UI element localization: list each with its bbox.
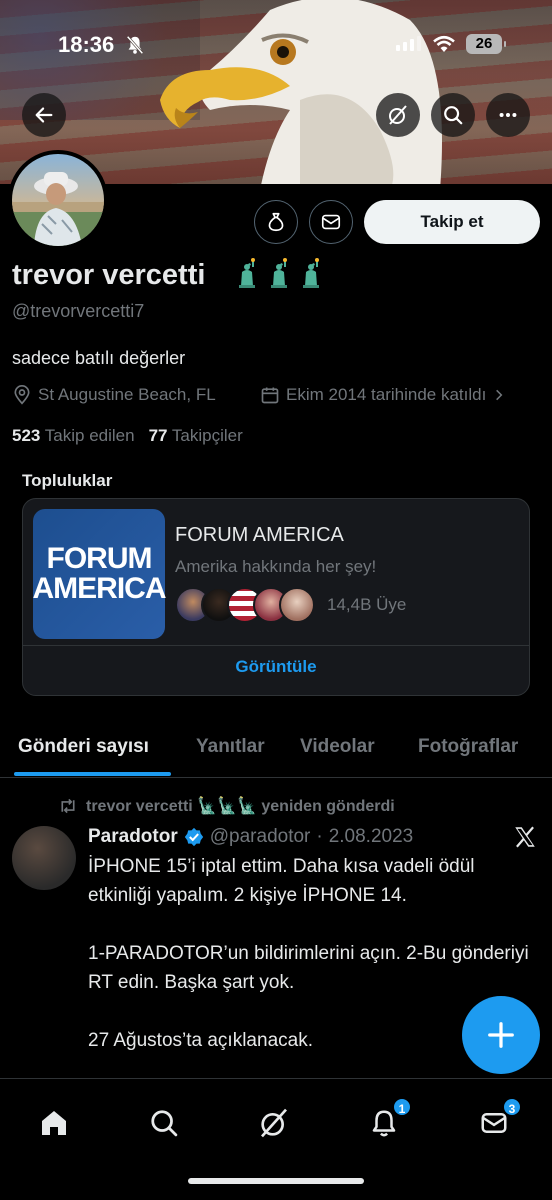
back-button[interactable] (22, 93, 66, 137)
location-text: St Augustine Beach, FL (38, 385, 216, 404)
tweet-author-handle: @paradotor (209, 826, 311, 847)
joined-text: Ekim 2014 tarihinde katıldı (286, 385, 487, 404)
cellular-signal-icon (396, 36, 421, 51)
follow-counts: 523 Takip edilen 77 Takipçiler (12, 426, 243, 446)
nav-home[interactable] (34, 1103, 74, 1143)
nav-search[interactable] (144, 1103, 184, 1143)
tab-photos[interactable]: Fotoğraflar (418, 736, 518, 758)
status-time: 18:36 (58, 32, 115, 57)
x-logo-icon (515, 826, 535, 848)
tweet-separator: · (316, 826, 323, 847)
profile-handle: @trevorvercetti7 (12, 301, 145, 321)
verified-badge-icon (184, 827, 203, 847)
home-indicator (188, 1178, 364, 1184)
money-bag-icon (268, 212, 284, 232)
avatar-photo (12, 172, 104, 246)
chevron-right-icon[interactable] (492, 388, 506, 402)
view-community-button[interactable]: Görüntüle (23, 657, 529, 677)
search-icon (151, 1110, 178, 1137)
wifi-icon (433, 35, 455, 52)
nav-messages[interactable]: 3 (474, 1097, 522, 1143)
profile-tabs: Gönderi sayısı Yanıtlar Videolar Fotoğra… (0, 720, 552, 778)
more-horizontal-icon (499, 112, 517, 118)
bell-off-icon (126, 35, 144, 55)
profile-bio: sadece batılı değerler (12, 348, 186, 368)
statue-of-liberty-icon (271, 258, 287, 288)
tab-posts[interactable]: Gönderi sayısı (18, 736, 149, 758)
status-bar: 18:36 26 (0, 30, 552, 60)
community-card[interactable]: FORUM AMERICA FORUM AMERICA Amerika hakk… (22, 498, 530, 696)
search-button[interactable] (431, 93, 475, 137)
grok-icon (389, 105, 407, 125)
statue-of-liberty-icon (239, 258, 255, 288)
battery-indicator: 26 (466, 34, 506, 54)
divider (23, 645, 529, 646)
nav-grok[interactable] (254, 1103, 294, 1143)
community-member-count: 14,4B Üye (327, 595, 407, 614)
home-icon (42, 1111, 66, 1135)
active-tab-indicator (14, 772, 171, 776)
community-logo: FORUM AMERICA (33, 509, 167, 639)
calendar-icon (261, 387, 279, 404)
eagle-image (160, 0, 442, 184)
repost-icon (61, 798, 75, 814)
community-member-avatars (175, 587, 315, 623)
messages-badge: 3 (502, 1097, 522, 1117)
tweet-author-name[interactable]: Paradotor (88, 826, 178, 848)
tab-replies[interactable]: Yanıtlar (196, 736, 265, 758)
profile-location: St Augustine Beach, FL (12, 385, 216, 405)
profile-avatar[interactable] (8, 150, 108, 250)
followers-link[interactable]: 77 Takipçiler (149, 426, 243, 446)
location-pin-icon (14, 385, 30, 405)
notifications-badge: 1 (392, 1097, 412, 1117)
tweet-author-avatar[interactable] (12, 826, 76, 890)
communities-heading: Topluluklar (22, 471, 113, 490)
envelope-icon (321, 214, 341, 230)
member-avatar (279, 587, 315, 623)
plus-icon (488, 1022, 514, 1048)
repost-text: trevor vercetti 🗽🗽🗽 yeniden gönderdi (86, 798, 395, 815)
tip-button[interactable] (254, 200, 298, 244)
community-name: FORUM AMERICA (175, 524, 344, 546)
profile-joined-date: Ekim 2014 tarihinde katıldı (260, 385, 506, 405)
following-link[interactable]: 523 Takip edilen (12, 426, 135, 446)
message-button[interactable] (309, 200, 353, 244)
grok-button[interactable] (376, 93, 420, 137)
follow-button[interactable]: Takip et (364, 200, 540, 244)
statue-of-liberty-emojis (236, 258, 328, 288)
tab-videos[interactable]: Videolar (300, 736, 375, 758)
more-options-button[interactable] (486, 93, 530, 137)
arrow-left-icon (35, 107, 53, 123)
tweet-header: Paradotor @paradotor · 2.08.2023 (88, 826, 413, 848)
statue-of-liberty-icon (303, 258, 319, 288)
tweet-date[interactable]: 2.08.2023 (329, 826, 414, 848)
search-icon (444, 106, 463, 125)
compose-button[interactable] (462, 996, 540, 1074)
grok-icon (261, 1108, 287, 1138)
community-description: Amerika hakkında her şey! (175, 557, 377, 576)
nav-notifications[interactable]: 1 (364, 1097, 412, 1143)
profile-display-name: trevor vercetti (12, 259, 206, 291)
repost-indicator: trevor vercetti 🗽🗽🗽 yeniden gönderdi (58, 796, 395, 816)
